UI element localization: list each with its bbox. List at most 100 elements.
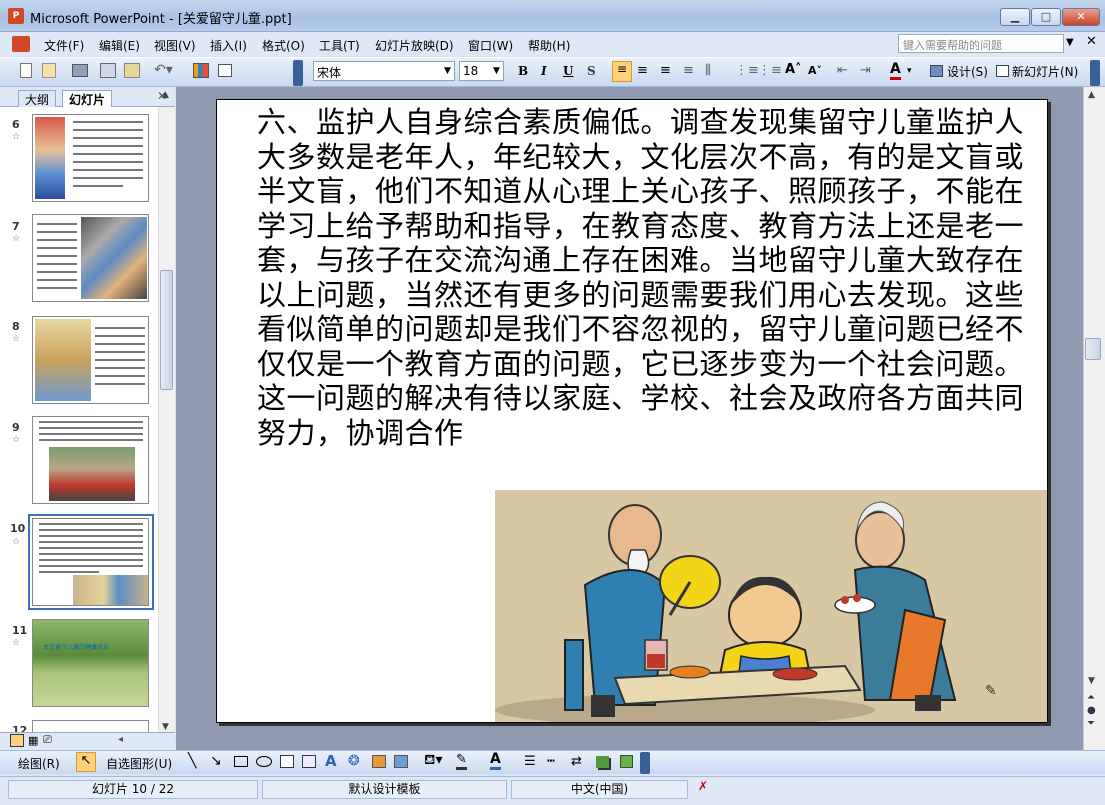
align-right-button[interactable]: ≡ xyxy=(660,63,671,78)
tab-slides[interactable]: 幻灯片 xyxy=(62,90,113,107)
table-icon[interactable] xyxy=(218,64,232,77)
decrease-font-icon[interactable]: A˅ xyxy=(808,64,822,77)
drawbar-options-icon[interactable] xyxy=(640,752,650,774)
vertical-textbox-icon[interactable] xyxy=(302,755,316,768)
menu-view[interactable]: 视图(V) xyxy=(154,37,196,54)
draw-menu-button[interactable]: 绘图(R) xyxy=(18,755,60,772)
slide-thumbnail-6[interactable] xyxy=(32,114,149,202)
menu-insert[interactable]: 插入(I) xyxy=(210,37,247,54)
toolbar-options-icon-2[interactable] xyxy=(1090,60,1100,86)
menu-format[interactable]: 格式(O) xyxy=(262,37,305,54)
tab-outline[interactable]: 大纲 xyxy=(18,90,57,107)
chart-icon[interactable] xyxy=(193,63,209,78)
slide-thumbnail-11[interactable]: 关注留守儿童的健康成长 xyxy=(32,619,149,707)
next-slide-icon[interactable]: ⏷ xyxy=(1087,718,1095,729)
slide-scrollbar[interactable] xyxy=(1083,87,1105,750)
select-browse-icon[interactable]: ● xyxy=(1087,705,1096,716)
menu-window[interactable]: 窗口(W) xyxy=(468,37,513,54)
line-style-icon[interactable]: ☰ xyxy=(524,754,536,769)
print-icon[interactable] xyxy=(72,64,88,77)
slide-body-text[interactable]: 六、监护人自身综合素质偏低。调查发现集留守儿童监护人大多数是老年人，年纪较大，文… xyxy=(257,105,1032,450)
justify-button[interactable]: ≡ xyxy=(683,63,694,78)
pane-scrollbar[interactable] xyxy=(158,107,175,735)
distribute-button[interactable]: ⫼ xyxy=(705,63,711,78)
wordart-icon[interactable]: A xyxy=(325,752,337,770)
new-icon[interactable] xyxy=(20,63,32,78)
scroll-up-icon[interactable]: ▲ xyxy=(1088,90,1095,100)
spellcheck-icon[interactable]: ✗ xyxy=(698,779,708,793)
bold-button[interactable]: B xyxy=(518,64,528,78)
numbering-icon[interactable]: ⋮≡ xyxy=(735,63,759,78)
open-icon[interactable] xyxy=(42,63,56,78)
slide-thumbnail-9[interactable] xyxy=(32,416,149,504)
font-color-dropdown-icon[interactable]: ▾ xyxy=(907,66,912,76)
close-button[interactable]: ✕ xyxy=(1062,8,1100,26)
menu-help[interactable]: 帮助(H) xyxy=(528,37,570,54)
slideshow-view-icon[interactable]: ⎚ xyxy=(43,733,52,747)
3d-style-icon[interactable] xyxy=(620,755,633,768)
draw-font-color-icon[interactable]: A xyxy=(490,751,501,770)
undo-icon[interactable]: ↶▾ xyxy=(154,62,173,78)
arrow-style-icon[interactable]: ⇄ xyxy=(571,754,582,769)
slide-canvas[interactable]: 六、监护人自身综合素质偏低。调查发现集留守儿童监护人大多数是老年人，年纪较大，文… xyxy=(216,99,1048,723)
paste-icon[interactable] xyxy=(124,63,140,78)
slide-thumbnail-10[interactable] xyxy=(32,518,149,606)
align-center-button[interactable]: ≡ xyxy=(637,63,648,78)
slide-thumbnail-12[interactable] xyxy=(32,720,149,732)
normal-view-icon[interactable] xyxy=(10,734,24,747)
help-search-input[interactable]: 键入需要帮助的问题 xyxy=(898,34,1064,53)
align-left-button[interactable]: ≡ xyxy=(612,61,632,82)
shadow-button[interactable]: S xyxy=(587,64,596,78)
line-icon[interactable]: ╲ xyxy=(188,753,196,769)
slide-scroll-thumb[interactable] xyxy=(1085,338,1101,360)
line-color-icon[interactable]: ✎ xyxy=(456,752,467,770)
maximize-button[interactable]: □ xyxy=(1031,8,1061,26)
size-dropdown-icon[interactable]: ▼ xyxy=(493,66,500,76)
minimize-button[interactable]: ▁ xyxy=(1000,8,1030,26)
rectangle-icon[interactable] xyxy=(234,756,248,767)
scroll-up-icon[interactable]: ▲ xyxy=(162,90,169,100)
select-pointer-icon[interactable]: ↖ xyxy=(76,752,96,772)
oval-icon[interactable] xyxy=(256,756,272,767)
textbox-icon[interactable] xyxy=(280,755,294,768)
scroll-left-icon[interactable]: ◂ xyxy=(118,734,123,745)
slide-thumbnail-7[interactable] xyxy=(32,214,149,302)
copy-icon[interactable] xyxy=(100,63,116,78)
autoshapes-button[interactable]: 自选图形(U) xyxy=(106,755,172,772)
clipart-icon[interactable] xyxy=(372,755,386,768)
document-icon[interactable] xyxy=(12,36,30,52)
slide-thumbnail-8[interactable] xyxy=(32,316,149,404)
previous-slide-icon[interactable]: ⏶ xyxy=(1087,692,1095,703)
scroll-down-icon[interactable]: ▼ xyxy=(162,722,169,732)
menu-tools[interactable]: 工具(T) xyxy=(319,37,360,54)
font-dropdown-icon[interactable]: ▼ xyxy=(444,66,451,76)
increase-indent-icon[interactable]: ⇥ xyxy=(860,63,871,78)
menu-slideshow[interactable]: 幻灯片放映(D) xyxy=(375,37,454,54)
font-select[interactable]: 宋体 xyxy=(313,61,455,81)
italic-button[interactable]: I xyxy=(541,64,547,78)
fill-color-icon[interactable]: ⛾▾ xyxy=(424,752,442,770)
sorter-view-icon[interactable]: ▦ xyxy=(28,734,38,747)
menu-edit[interactable]: 编辑(E) xyxy=(99,37,140,54)
picture-icon[interactable] xyxy=(394,755,408,768)
dash-style-icon[interactable]: ┅ xyxy=(547,754,555,769)
pane-scroll-thumb[interactable] xyxy=(160,270,173,390)
scroll-down-icon[interactable]: ▼ xyxy=(1088,676,1095,686)
increase-font-icon[interactable]: A˄ xyxy=(785,62,802,77)
decrease-indent-icon[interactable]: ⇤ xyxy=(837,63,848,78)
menu-file[interactable]: 文件(F) xyxy=(44,37,84,54)
toolbar-options-icon[interactable] xyxy=(293,60,303,86)
diagram-icon[interactable]: ❂ xyxy=(348,753,360,769)
new-slide-button[interactable]: 新幻灯片(N) xyxy=(1012,63,1078,80)
design-icon[interactable] xyxy=(930,65,943,77)
bullets-icon[interactable]: ⋮≡ xyxy=(758,63,782,78)
arrow-icon[interactable]: ↘ xyxy=(210,753,222,769)
new-slide-icon[interactable] xyxy=(996,65,1009,77)
help-dropdown-icon[interactable]: ▼ xyxy=(1066,37,1074,48)
doc-close-icon[interactable]: ✕ xyxy=(1086,34,1097,49)
design-button[interactable]: 设计(S) xyxy=(947,63,988,80)
powerpoint-app-icon[interactable]: P xyxy=(8,8,24,24)
shadow-style-icon[interactable] xyxy=(596,756,609,768)
underline-button[interactable]: U xyxy=(563,64,573,78)
font-color-icon[interactable]: A xyxy=(890,61,901,80)
